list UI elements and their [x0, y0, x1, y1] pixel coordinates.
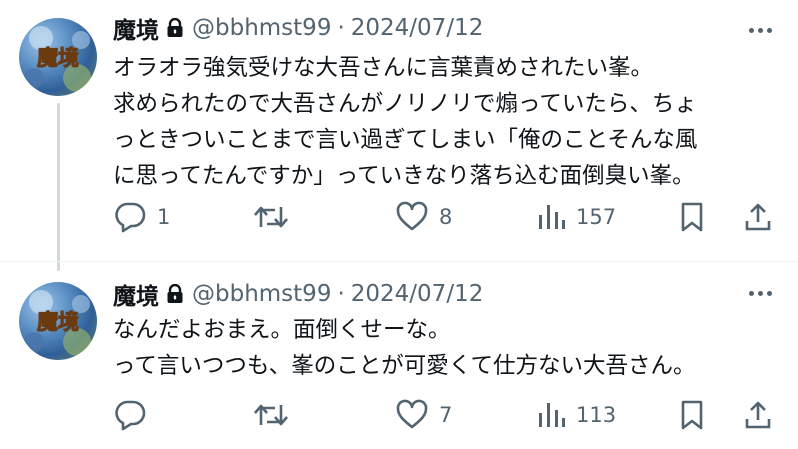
reply-icon — [113, 399, 147, 431]
retweet-button[interactable] — [252, 197, 300, 237]
retweet-icon — [252, 201, 290, 233]
lock-icon — [166, 284, 184, 304]
tweet-header: 魔境 @bbhmst99 · 2024/07/12 — [113, 277, 484, 311]
handle[interactable]: @bbhmst99 — [192, 15, 331, 41]
bookmark-icon — [677, 201, 707, 233]
views-count: 157 — [576, 205, 617, 229]
tweet-text-line: って言いつつも、峯のことが可愛くて仕方ない大吾さん。 — [113, 353, 696, 379]
more-icon[interactable] — [744, 283, 776, 303]
views-count: 113 — [576, 403, 617, 427]
tweet[interactable]: 魔境 魔境 @bbhmst99 · 2024/07/12 なんだよおまえ。面倒く… — [0, 262, 798, 449]
views-icon — [536, 201, 566, 233]
display-name[interactable]: 魔境 — [113, 11, 159, 45]
separator: · — [337, 281, 345, 307]
action-bar: 1 8 157 — [113, 197, 783, 237]
lock-icon — [166, 18, 184, 38]
bookmark-button[interactable] — [677, 395, 707, 435]
tweet-text-line: なんだよおまえ。面倒くせーな。 — [113, 317, 451, 343]
display-name[interactable]: 魔境 — [113, 277, 159, 311]
like-button[interactable]: 8 — [395, 197, 452, 237]
timestamp[interactable]: 2024/07/12 — [351, 281, 484, 307]
tweet-header: 魔境 @bbhmst99 · 2024/07/12 — [113, 11, 484, 45]
tweet-text-line: オラオラ強気受けな大吾さんに言葉責めされたい峯。 — [113, 55, 654, 81]
share-icon — [743, 399, 773, 431]
avatar[interactable]: 魔境 — [19, 18, 97, 96]
reply-count: 1 — [157, 205, 171, 229]
views-button[interactable]: 113 — [536, 395, 616, 435]
reply-button[interactable] — [113, 395, 157, 435]
retweet-button[interactable] — [252, 395, 300, 435]
like-count: 8 — [439, 205, 453, 229]
avatar[interactable]: 魔境 — [19, 282, 97, 360]
views-button[interactable]: 157 — [536, 197, 616, 237]
retweet-icon — [252, 399, 290, 431]
avatar-text: 魔境 — [37, 309, 79, 334]
like-count: 7 — [439, 403, 453, 427]
reply-button[interactable]: 1 — [113, 197, 170, 237]
share-button[interactable] — [743, 395, 773, 435]
like-icon — [395, 201, 429, 233]
reply-icon — [113, 201, 147, 233]
share-button[interactable] — [743, 197, 773, 237]
tweet-text-line: っときついことまで言い過ぎてしまい「俺のことそんな風 — [113, 127, 698, 153]
bookmark-icon — [677, 399, 707, 431]
handle[interactable]: @bbhmst99 — [192, 281, 331, 307]
separator: · — [337, 15, 345, 41]
more-icon[interactable] — [744, 20, 776, 40]
bookmark-button[interactable] — [677, 197, 707, 237]
tweet-text-line: に思ってたんですか」っていきなり落ち込む面倒臭い峯。 — [113, 163, 695, 189]
action-bar: 7 113 — [113, 395, 783, 435]
like-button[interactable]: 7 — [395, 395, 452, 435]
tweet-text: なんだよおまえ。面倒くせーな。 って言いつつも、峯のことが可愛くて仕方ない大吾さ… — [113, 312, 788, 384]
tweet-text-line: 求められたので大吾さんがノリノリで煽っていたら、ちょ — [113, 91, 697, 117]
timestamp[interactable]: 2024/07/12 — [351, 15, 484, 41]
views-icon — [536, 399, 566, 431]
tweet-text: オラオラ強気受けな大吾さんに言葉責めされたい峯。 求められたので大吾さんがノリノ… — [113, 50, 788, 194]
avatar-text: 魔境 — [37, 45, 79, 70]
like-icon — [395, 399, 429, 431]
thread-connector — [57, 103, 60, 271]
share-icon — [743, 201, 773, 233]
tweet[interactable]: 魔境 魔境 @bbhmst99 · 2024/07/12 オラオラ強気受けな大吾… — [0, 0, 798, 261]
